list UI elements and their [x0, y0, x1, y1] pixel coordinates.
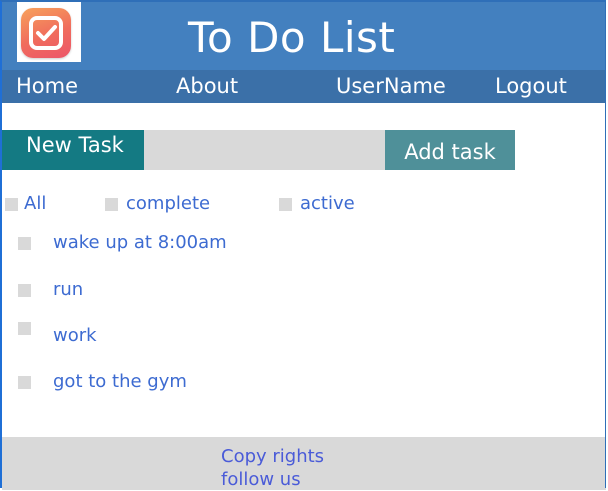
app-header: To Do List: [2, 2, 606, 70]
nav-logout-link[interactable]: Logout: [495, 73, 567, 99]
task-label: work: [53, 325, 97, 346]
task-checkbox[interactable]: [18, 237, 31, 250]
task-checkbox[interactable]: [18, 284, 31, 297]
add-task-button[interactable]: Add task: [385, 130, 515, 170]
nav-username-link[interactable]: UserName: [336, 73, 446, 99]
task-checkbox[interactable]: [18, 322, 31, 335]
page-footer: Copy rights follow us: [2, 437, 606, 490]
filter-complete-checkbox[interactable]: [105, 198, 118, 211]
filter-complete-label[interactable]: complete: [126, 193, 210, 215]
task-label: wake up at 8:00am: [53, 232, 227, 253]
page-title: To Do List: [188, 13, 396, 62]
new-task-input[interactable]: [144, 130, 385, 170]
nav-home-link[interactable]: Home: [16, 73, 78, 99]
filter-active-checkbox[interactable]: [279, 198, 292, 211]
follow-us-link[interactable]: follow us: [221, 469, 301, 491]
checkmark-app-icon: [21, 8, 71, 58]
main-nav: Home About UserName Logout: [2, 70, 606, 103]
copyright-link[interactable]: Copy rights: [221, 446, 324, 468]
filter-all-checkbox[interactable]: [5, 198, 18, 211]
logo[interactable]: [17, 2, 81, 62]
task-label: run: [53, 279, 84, 300]
new-task-label: New Task: [2, 130, 144, 170]
filter-all-label[interactable]: All: [24, 193, 46, 215]
filter-active-label[interactable]: active: [300, 193, 355, 215]
task-checkbox[interactable]: [18, 376, 31, 389]
nav-about-link[interactable]: About: [176, 73, 238, 99]
task-label: got to the gym: [53, 371, 187, 392]
